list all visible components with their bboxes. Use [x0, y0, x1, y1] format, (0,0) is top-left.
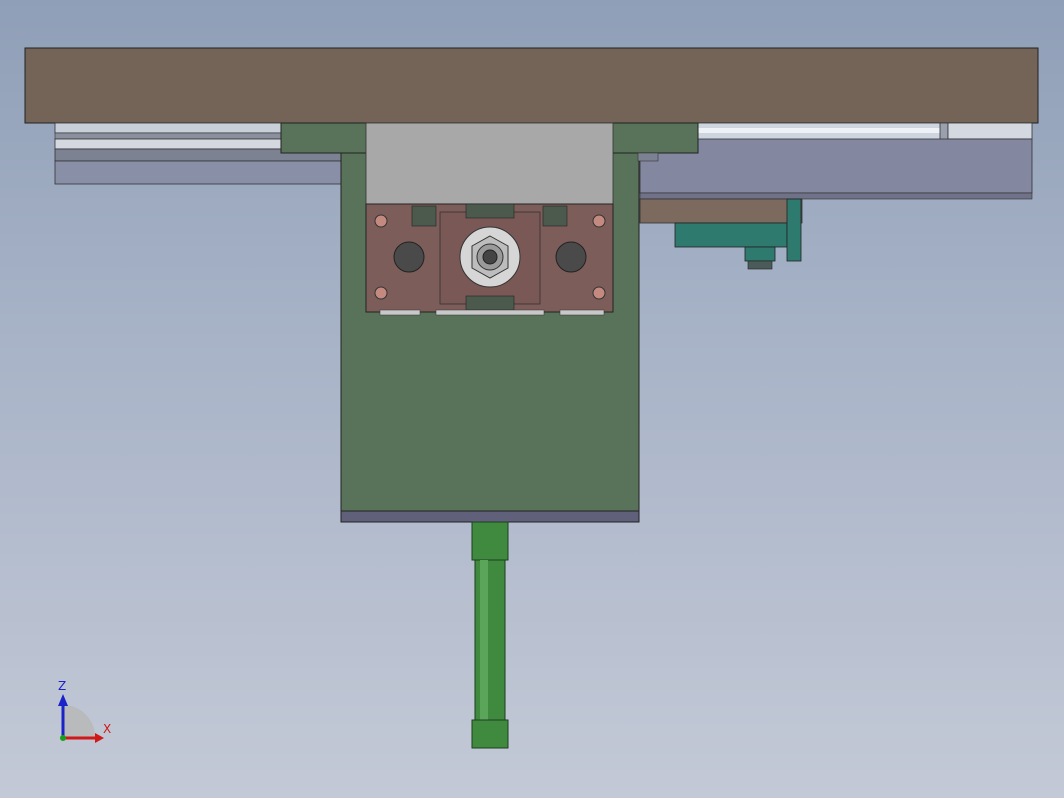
bolt-bottom-left[interactable]: [374, 286, 388, 300]
cad-viewport[interactable]: Z X: [0, 0, 1064, 798]
z-axis-label: Z: [58, 679, 66, 693]
bolt-bottom-right[interactable]: [592, 286, 606, 300]
bolt-top-right[interactable]: [592, 214, 606, 228]
top-cover[interactable]: [365, 122, 614, 205]
side-sensor-block[interactable]: [639, 198, 803, 270]
center-nut[interactable]: [459, 226, 521, 288]
right-linear-rail[interactable]: [639, 122, 1033, 200]
axis-triad: Z X: [58, 679, 111, 743]
right-bore-hole[interactable]: [555, 241, 587, 273]
piston-rod[interactable]: [471, 521, 509, 749]
left-bore-hole[interactable]: [393, 241, 425, 273]
base-plate[interactable]: [24, 47, 1039, 124]
x-axis-label: X: [103, 722, 111, 736]
bolt-top-left[interactable]: [374, 214, 388, 228]
